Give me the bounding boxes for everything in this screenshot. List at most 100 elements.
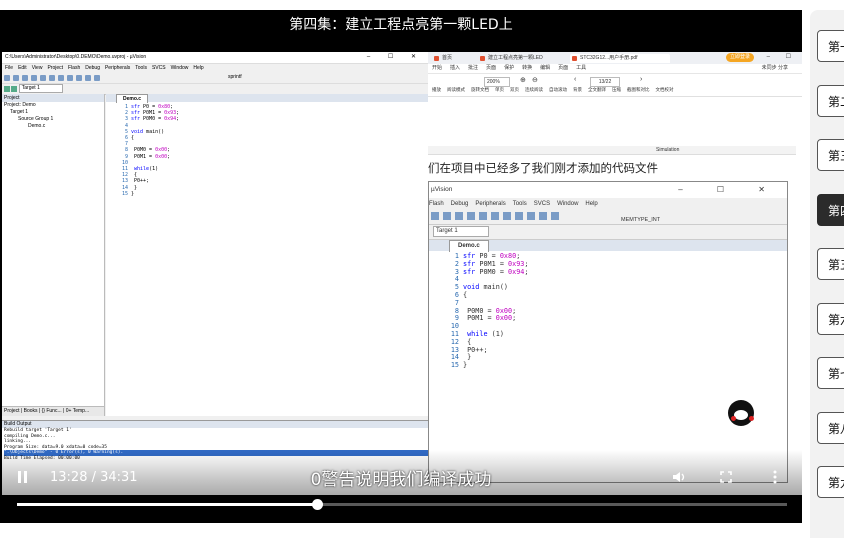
bookmark-icon[interactable] [76, 75, 82, 81]
episode-item[interactable]: 第一集 [817, 30, 844, 62]
code-text: { [463, 337, 472, 346]
episode-item[interactable]: 第二集 [817, 84, 844, 117]
cut-icon[interactable] [31, 75, 37, 81]
menu-item[interactable]: Tools [135, 65, 147, 71]
pdf-tool-button[interactable]: 背景 [573, 87, 582, 92]
window-controls-icon[interactable]: – ☐ [767, 53, 798, 60]
episode-item[interactable]: 第四集 [817, 193, 844, 226]
inset-code-line: 11 while (1) [429, 329, 787, 339]
volume-icon[interactable] [672, 471, 688, 483]
inset-menu-item: Window [557, 201, 579, 207]
zoom-in-icon[interactable]: ⊕ [520, 76, 526, 84]
copy-icon[interactable] [40, 75, 46, 81]
more-options-icon[interactable] [772, 470, 778, 484]
episode-item[interactable]: 第六集 [817, 302, 844, 335]
redo-icon[interactable] [67, 75, 73, 81]
pause-icon[interactable] [17, 471, 29, 483]
menu-item[interactable]: Window [171, 65, 189, 71]
pdf-tool-button[interactable]: 全文翻译 [588, 87, 606, 92]
episode-item[interactable]: 第三集 [817, 139, 844, 171]
save-icon[interactable] [22, 75, 28, 81]
build-icon[interactable] [4, 85, 10, 92]
undo-icon[interactable] [58, 75, 64, 81]
indent-icon[interactable] [85, 75, 91, 81]
seek-bar[interactable] [17, 499, 787, 510]
page-field[interactable]: 13/22 [590, 77, 620, 87]
tree-item-source-group[interactable]: Source Group 1 [2, 116, 104, 123]
code-text: P0++; [131, 178, 150, 185]
inset-editor-tab-bar: Demo.c [429, 240, 787, 252]
find-function-field[interactable]: sprintf [228, 74, 242, 80]
login-button[interactable]: 立即登录 [725, 53, 754, 62]
tree-item-project[interactable]: Project: Demo [2, 102, 104, 109]
simulation-label: Simulation [656, 147, 680, 153]
pdf-menu-item[interactable]: 批注 [468, 65, 478, 71]
menu-item[interactable]: View [32, 65, 43, 71]
pdf-menu-item[interactable]: 开始 [432, 65, 442, 71]
pdf-tool-button[interactable]: 自动滚动 [549, 87, 567, 92]
menu-item[interactable]: File [5, 65, 13, 71]
menu-item[interactable]: SVCS [152, 65, 166, 71]
menu-item[interactable]: Peripherals [105, 65, 130, 71]
build-output-header: Build Output [2, 421, 428, 428]
pdf-tab-manual[interactable]: STC32G12...用户手册.pdf [570, 54, 670, 63]
menu-item[interactable]: Debug [85, 65, 100, 71]
episode-item[interactable]: 第八集 [817, 411, 844, 444]
sync-share-label[interactable]: 未同步 分享 [762, 64, 788, 73]
pdf-menu-item[interactable]: 工具 [576, 65, 586, 71]
pdf-menu-item[interactable]: 页面 [486, 65, 496, 71]
inset-target-select: Target 1 [433, 225, 489, 237]
pdf-tool-button[interactable]: 连续阅读 [525, 87, 543, 92]
video-player[interactable]: 第四集：建立工程点亮第一颗LED上 C:\Users\Administrator… [0, 10, 802, 523]
code-text: while (1) [467, 329, 504, 338]
pdf-tab-home[interactable]: 首页 [432, 54, 468, 63]
pdf-tool-button[interactable]: 双页 [510, 87, 519, 92]
uvision-window: C:\Users\Administrator\Desktop\0.DEMO\De… [2, 52, 428, 495]
pdf-tool-button[interactable]: 单页 [495, 87, 504, 92]
pdf-tool-button[interactable]: 旋转文档 [471, 87, 489, 92]
pdf-menu-item[interactable]: 插入 [450, 65, 460, 71]
code-line: 15} [106, 191, 428, 197]
pdf-menu-item[interactable]: 编辑 [540, 65, 550, 71]
episode-item[interactable]: 第五集 [817, 248, 844, 280]
inset-menu-item: Debug [450, 201, 469, 207]
zoom-out-icon[interactable]: ⊖ [532, 76, 538, 84]
next-page-icon[interactable]: › [640, 76, 642, 83]
window-controls-icon[interactable]: – ☐ ✕ [367, 52, 424, 63]
project-panel-tabs[interactable]: Project | Books | {} Func... | 0+ Temp..… [2, 406, 104, 416]
code-text: sfr P0 = 0x80; [463, 252, 521, 260]
pdf-tool-button[interactable]: 压缩 [612, 87, 621, 92]
tree-item-demo-c[interactable]: Demo.c [2, 123, 104, 130]
target-select[interactable]: Target 1 [18, 84, 63, 94]
code-editor[interactable]: Demo.c 1 sfr P0 = 0x80; 2 sfr P0M1 = 0x93; 3… [106, 94, 428, 416]
tree-item-target[interactable]: Target 1 [2, 109, 104, 116]
pdf-menu-item[interactable]: 保护 [504, 65, 514, 71]
menu-item[interactable]: Edit [18, 65, 27, 71]
open-file-icon[interactable] [13, 75, 19, 81]
pdf-tool-button[interactable]: 文档校对 [656, 87, 674, 92]
fullscreen-icon[interactable] [720, 471, 732, 483]
pdf-tool-button[interactable]: 阅读模式 [447, 87, 465, 92]
rebuild-icon[interactable] [11, 85, 18, 92]
bear-cheek-icon [731, 416, 736, 421]
comment-icon[interactable] [94, 75, 100, 81]
menu-item[interactable]: Flash [68, 65, 80, 71]
prev-page-icon[interactable]: ‹ [574, 76, 576, 83]
pdf-tab-lesson[interactable]: 建立工程点亮第一颗LED [478, 54, 568, 63]
menu-item[interactable]: Project [47, 65, 63, 71]
paste-icon[interactable] [49, 75, 55, 81]
video-title: 第四集：建立工程点亮第一颗LED上 [289, 17, 513, 33]
editor-tab-demo-c[interactable]: Demo.c [116, 94, 149, 103]
episode-item[interactable]: 第七集 [817, 357, 844, 389]
mascot-watermark-image [722, 390, 768, 440]
pdf-tool-button[interactable]: 播放 [432, 87, 441, 92]
new-file-icon[interactable] [4, 75, 10, 81]
pdf-menu-item[interactable]: 转换 [522, 65, 532, 71]
zoom-field[interactable]: 200% [484, 77, 510, 87]
menu-item[interactable]: Help [193, 65, 203, 71]
episode-item[interactable]: 第九集 [817, 466, 844, 498]
pdf-tool-button[interactable]: 截图和对比 [627, 87, 650, 92]
pdf-menu-item[interactable]: 页面 [558, 65, 568, 71]
